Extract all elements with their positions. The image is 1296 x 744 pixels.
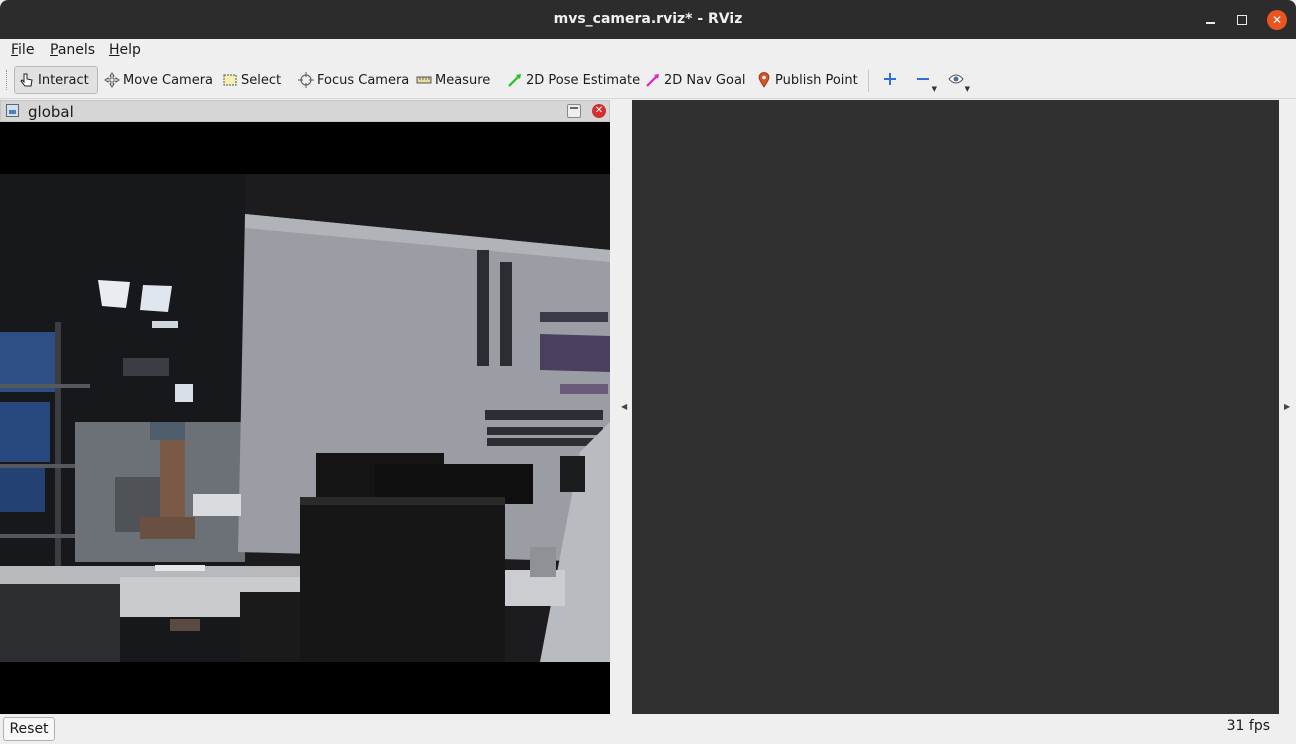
- camera-image-view[interactable]: [0, 122, 610, 714]
- menu-panels-label: anels: [57, 42, 96, 58]
- focus-camera-label: Focus Camera: [317, 72, 410, 88]
- minimize-icon: [1205, 22, 1215, 24]
- chevron-down-icon: ▼: [931, 85, 937, 93]
- minus-icon: [916, 72, 930, 90]
- menu-file-label: ile: [18, 42, 35, 58]
- expand-right-icon[interactable]: ▶: [1284, 402, 1290, 411]
- pose-estimate-tool[interactable]: 2D Pose Estimate: [503, 66, 644, 94]
- image-panel-title: global: [28, 103, 74, 121]
- window-title: mvs_camera.rviz* - RViz: [553, 11, 743, 27]
- menu-help[interactable]: Help: [109, 42, 141, 58]
- maximize-button[interactable]: [1232, 10, 1252, 30]
- render-3d-view[interactable]: [632, 100, 1279, 714]
- undock-panel-button[interactable]: [567, 104, 581, 118]
- publish-point-tool[interactable]: Publish Point: [752, 66, 862, 94]
- minimize-button[interactable]: [1200, 10, 1220, 30]
- menu-file-mnemonic: F: [11, 42, 19, 58]
- maximize-icon: [1237, 15, 1247, 25]
- menu-file[interactable]: File: [11, 42, 34, 58]
- menu-bar: File Panels Help: [0, 39, 1296, 61]
- crosshair-icon: [298, 72, 314, 88]
- tool-bar: Interact Move Camera Select Focus Camera…: [0, 62, 1296, 99]
- toolbar-separator: [868, 70, 869, 92]
- close-window-button[interactable]: ✕: [1267, 10, 1287, 30]
- interact-label: Interact: [38, 72, 89, 88]
- plus-icon: [883, 72, 897, 90]
- ruler-icon: [416, 72, 432, 88]
- hand-pointer-icon: [19, 72, 35, 88]
- fps-readout: 31 fps: [1226, 718, 1270, 734]
- collapse-left-icon: ◀: [621, 402, 628, 411]
- add-tool-button[interactable]: [879, 70, 901, 92]
- close-icon: ✕: [1271, 13, 1283, 27]
- green-arrow-icon: [507, 72, 523, 88]
- remove-tool-button[interactable]: ▼: [912, 70, 937, 93]
- move-arrows-icon: [104, 72, 120, 88]
- menu-panels-mnemonic: P: [50, 42, 58, 58]
- eye-icon: [948, 73, 964, 89]
- nav-goal-tool[interactable]: 2D Nav Goal: [641, 66, 750, 94]
- title-bar: mvs_camera.rviz* - RViz ✕: [0, 0, 1296, 39]
- selection-box-icon: [222, 72, 238, 88]
- map-pin-icon: [756, 72, 772, 88]
- magenta-arrow-icon: [645, 72, 661, 88]
- reset-button[interactable]: Reset: [3, 717, 55, 741]
- pose-estimate-label: 2D Pose Estimate: [526, 72, 641, 88]
- measure-tool[interactable]: Measure: [412, 66, 494, 94]
- close-icon: ✕: [594, 105, 604, 116]
- image-panel-icon: [6, 104, 19, 117]
- move-camera-tool[interactable]: Move Camera: [100, 66, 217, 94]
- select-label: Select: [241, 72, 282, 88]
- menu-panels[interactable]: Panels: [50, 42, 95, 58]
- tool-visibility-button[interactable]: ▼: [945, 70, 970, 93]
- nav-goal-label: 2D Nav Goal: [664, 72, 746, 88]
- focus-camera-tool[interactable]: Focus Camera: [294, 66, 413, 94]
- image-panel-header[interactable]: global ✕: [0, 100, 610, 122]
- publish-point-label: Publish Point: [775, 72, 858, 88]
- camera-feed-image: [0, 122, 610, 714]
- menu-help-mnemonic: H: [109, 42, 120, 58]
- toolbar-grip[interactable]: [6, 70, 10, 90]
- chevron-down-icon: ▼: [964, 85, 970, 93]
- view-splitter[interactable]: ◀: [611, 100, 631, 714]
- move-camera-label: Move Camera: [123, 72, 214, 88]
- status-bar: Reset 31 fps: [0, 714, 1296, 744]
- menu-help-label: elp: [119, 42, 141, 58]
- close-panel-button[interactable]: ✕: [592, 104, 606, 118]
- measure-label: Measure: [435, 72, 491, 88]
- interact-tool[interactable]: Interact: [14, 66, 98, 94]
- select-tool[interactable]: Select: [218, 66, 285, 94]
